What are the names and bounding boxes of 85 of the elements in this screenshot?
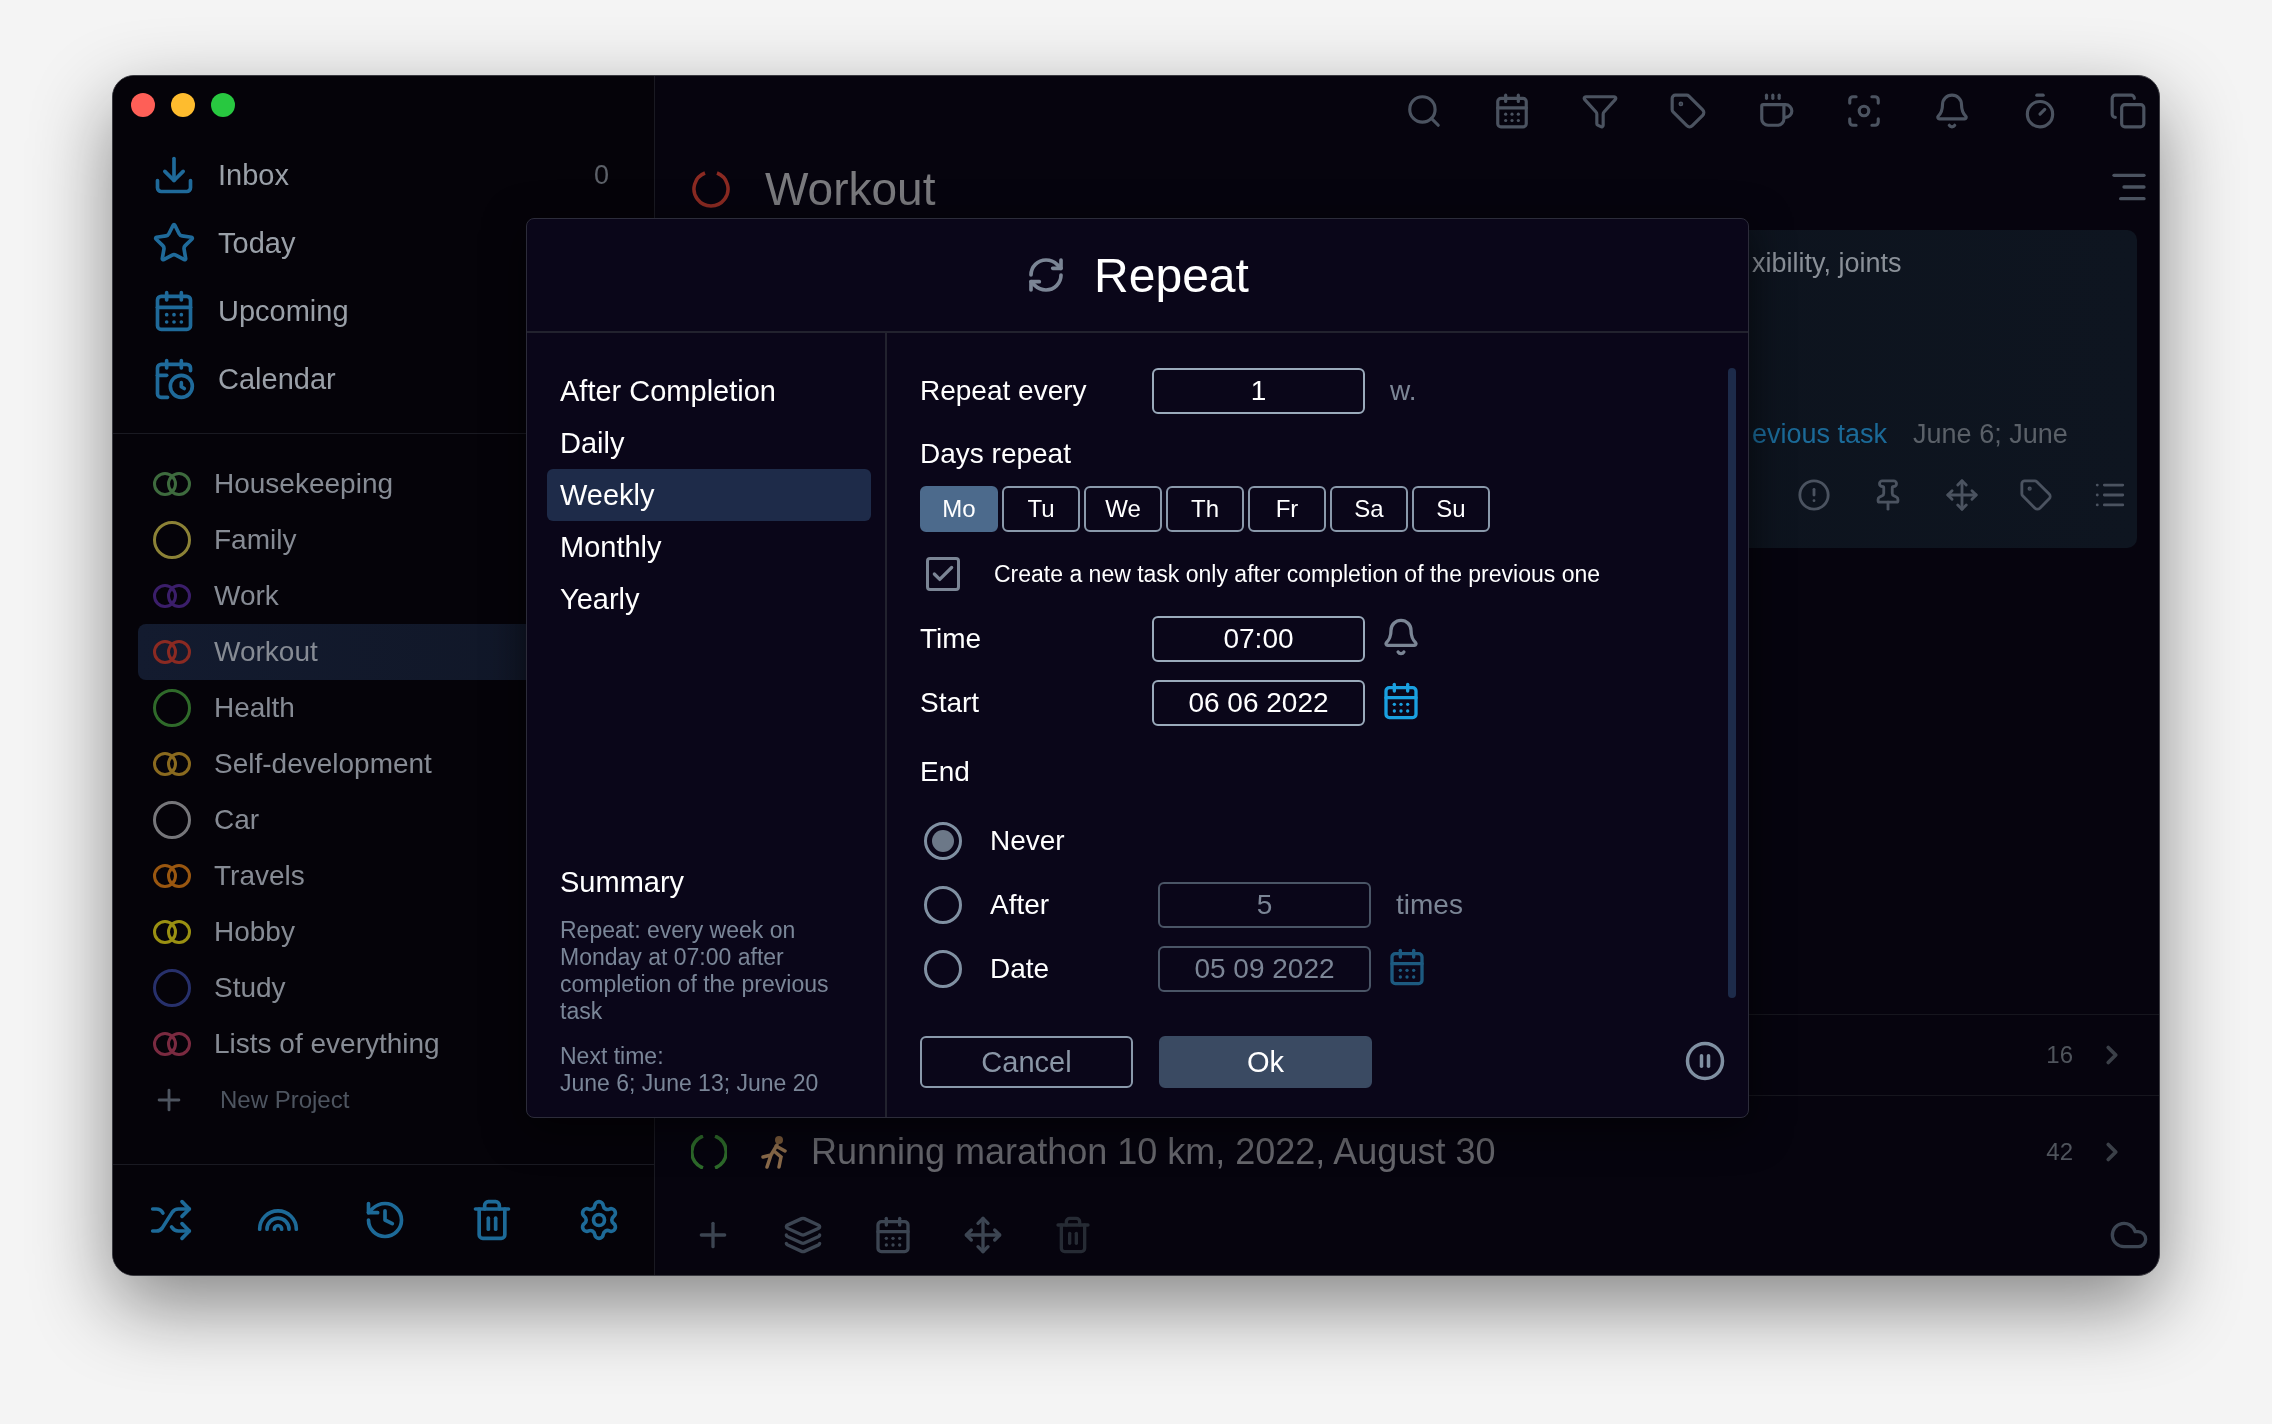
project-label: Health <box>214 692 295 724</box>
calendar-icon[interactable] <box>1381 681 1421 721</box>
project-label: Study <box>214 972 286 1004</box>
repeat-mode-item[interactable]: After Completion <box>547 365 871 417</box>
project-label: Family <box>214 524 297 556</box>
project-label: Travels <box>214 860 305 892</box>
repeat-mode-item[interactable]: Yearly <box>547 573 871 625</box>
day-toggle[interactable]: Th <box>1166 486 1244 532</box>
pause-icon[interactable] <box>1684 1040 1726 1082</box>
repeat-interval-field[interactable]: 1 <box>1152 368 1365 414</box>
repeat-mode-item[interactable]: Monthly <box>547 521 871 573</box>
radio-label: Never <box>990 825 1066 857</box>
field-label: Repeat every <box>920 375 1088 407</box>
summary-heading: Summary <box>559 866 686 899</box>
tag-icon[interactable] <box>2019 478 2053 512</box>
dialog-title: Repeat <box>1094 247 1249 303</box>
day-toggle[interactable]: Fr <box>1248 486 1326 532</box>
sidebar-item[interactable]: Today <box>138 209 629 277</box>
radio-label: Date <box>990 953 1051 985</box>
checkbox-label: Create a new task only after completion of the previous one <box>994 560 1600 588</box>
move-icon[interactable] <box>1945 478 1979 512</box>
project-label: Lists of everything <box>214 1028 440 1060</box>
project-label: Self-development <box>214 748 432 780</box>
bell-icon[interactable] <box>1381 617 1421 657</box>
project-label: Hobby <box>214 916 295 948</box>
task-title: Running marathon 10 km, 2022, August 30 <box>811 1130 1496 1173</box>
minimize-button[interactable] <box>171 93 195 117</box>
sidebar-item-label: Today <box>218 226 296 260</box>
sidebar-item[interactable]: Upcoming <box>138 277 629 345</box>
repeat-mode-item[interactable]: Daily <box>547 417 871 469</box>
project-label: Car <box>214 804 260 836</box>
copy-icon[interactable] <box>2109 91 2147 130</box>
move-icon[interactable] <box>963 1215 1003 1255</box>
sidebar-item-label: Calendar <box>218 362 336 396</box>
start-date-field[interactable]: 06 06 2022 <box>1152 680 1365 726</box>
project-label: Workout <box>214 636 318 668</box>
bell-icon[interactable] <box>1933 91 1971 130</box>
radio-button[interactable] <box>924 822 962 860</box>
project-label: Work <box>214 580 279 612</box>
scrollbar[interactable] <box>1728 368 1736 998</box>
end-date-field[interactable]: 05 09 2022 <box>1158 946 1371 992</box>
project-label: Housekeeping <box>214 468 394 500</box>
close-button[interactable] <box>131 93 155 117</box>
shuffle-icon[interactable] <box>149 1198 193 1242</box>
radio-button[interactable] <box>924 886 962 924</box>
project-item[interactable]: Health <box>138 680 654 736</box>
project-title: Workout <box>765 161 937 216</box>
summary-text: Repeat: every week on Monday at 07:00 after completion of the previous task <box>559 917 830 1025</box>
repeat-mode-item[interactable]: Weekly <box>547 469 871 521</box>
time-field[interactable]: 07:00 <box>1152 616 1365 662</box>
task-dates: June 6; June <box>1913 419 2068 450</box>
layers-icon[interactable] <box>783 1215 823 1255</box>
day-toggle[interactable]: We <box>1084 486 1162 532</box>
tag-icon[interactable] <box>1669 91 1707 130</box>
alert-icon[interactable] <box>1797 478 1831 512</box>
unit-label: w. <box>1390 375 1417 407</box>
project-item[interactable]: Car <box>138 792 654 848</box>
task-count: 16 <box>2046 1041 2073 1069</box>
field-label: Time <box>920 623 983 655</box>
day-toggle[interactable]: Su <box>1412 486 1490 532</box>
days-label: Days repeat <box>920 438 1072 470</box>
day-toggle[interactable]: Sa <box>1330 486 1408 532</box>
unit-label: times <box>1396 889 1463 921</box>
task-description: xibility, joints <box>1752 248 1903 279</box>
project-item[interactable]: Self-development <box>138 736 654 792</box>
ring-icon <box>691 1134 727 1169</box>
item-count: 0 <box>593 159 609 191</box>
ok-button[interactable]: Ok <box>1159 1036 1372 1088</box>
next-time-label: Next time: <box>559 1043 665 1070</box>
end-label: End <box>920 756 971 788</box>
cancel-button[interactable]: Cancel <box>920 1036 1133 1088</box>
radio-label: After <box>990 889 1051 921</box>
task-count: 42 <box>2046 1137 2073 1166</box>
sidebar-item[interactable]: Inbox 0 <box>138 141 629 209</box>
radio-button[interactable] <box>924 950 962 988</box>
day-toggle[interactable]: Tu <box>1002 486 1080 532</box>
zoom-button[interactable] <box>211 93 235 117</box>
sidebar-item-label: Inbox <box>218 158 289 192</box>
field-label: Start <box>920 687 981 719</box>
sidebar-item-label: Upcoming <box>218 294 349 328</box>
checkbox[interactable] <box>926 557 960 591</box>
cup-icon[interactable] <box>1757 91 1795 130</box>
count-field[interactable]: 5 <box>1158 882 1371 928</box>
next-time-dates: June 6; June 13; June 20 <box>559 1070 820 1097</box>
day-toggle[interactable]: Mo <box>920 486 998 532</box>
